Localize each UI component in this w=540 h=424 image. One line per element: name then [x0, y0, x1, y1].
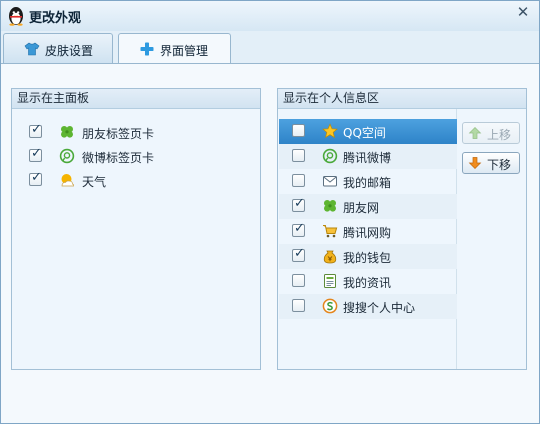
item-label: 天气 [82, 175, 107, 189]
title-bar[interactable]: 更改外观 ✕ [1, 1, 539, 31]
arrow-up-icon [468, 127, 482, 139]
move-down-button[interactable]: 下移 [462, 152, 520, 174]
info-panel-group: 显示在个人信息区 QQ空间 腾讯微博 我的邮箱 ✓ 朋友网 ✓ 腾讯网购 ✓ 我… [277, 88, 527, 370]
tab-interface-management-label: 界面管理 [160, 44, 209, 58]
checkbox[interactable] [292, 274, 305, 287]
checkmark-icon: ✓ [294, 196, 305, 211]
tab-interface-management[interactable]: 界面管理 [118, 33, 231, 64]
checkmark-icon: ✓ [31, 146, 42, 161]
tab-skin-settings[interactable]: 皮肤设置 [3, 33, 113, 63]
checkbox[interactable] [292, 174, 305, 187]
window-title: 更改外观 [29, 11, 82, 26]
info-item-news[interactable]: 我的资讯 [279, 269, 457, 294]
info-item-mailbox[interactable]: 我的邮箱 [279, 169, 457, 194]
weibo-icon [59, 148, 75, 164]
item-label: 微博标签页卡 [82, 151, 155, 165]
checkmark-icon: ✓ [294, 221, 305, 236]
info-item-soso[interactable]: 搜搜个人中心 [279, 294, 457, 319]
checkbox[interactable]: ✓ [292, 221, 305, 237]
info-item-qzone[interactable]: QQ空间 [279, 119, 457, 144]
weibo-icon [322, 148, 338, 164]
checkbox[interactable] [292, 124, 305, 137]
plus-icon [140, 42, 154, 56]
move-down-label: 下移 [487, 158, 512, 172]
item-label: 腾讯网购 [343, 226, 392, 240]
tab-content: 显示在主面板 ✓ 朋友标签页卡 ✓ 微博标签页卡 ✓ 天气 显示在个人信息区 Q… [1, 63, 539, 423]
appearance-dialog: 更改外观 ✕ 皮肤设置 界面管理 显示在主面板 ✓ 朋友标签页卡 ✓ 微博标签页… [0, 0, 540, 424]
main-panel-group: 显示在主面板 ✓ 朋友标签页卡 ✓ 微博标签页卡 ✓ 天气 [11, 88, 261, 370]
info-panel-header: 显示在个人信息区 [278, 89, 526, 109]
info-item-wallet[interactable]: ✓ 我的钱包 [279, 244, 457, 269]
item-label: QQ空间 [343, 126, 386, 140]
weather-icon [61, 174, 75, 187]
info-item-pengyou[interactable]: ✓ 朋友网 [279, 194, 457, 219]
item-label: 我的钱包 [343, 251, 392, 265]
mail-icon [323, 176, 337, 187]
main-item-weather[interactable]: ✓ 天气 [12, 168, 260, 192]
checkmark-icon: ✓ [31, 122, 42, 137]
item-label: 搜搜个人中心 [343, 301, 416, 315]
clover-icon [324, 200, 336, 212]
info-item-tencent-shopping[interactable]: ✓ 腾讯网购 [279, 219, 457, 244]
item-label: 朋友网 [343, 201, 380, 215]
checkmark-icon: ✓ [294, 246, 305, 261]
star-icon [322, 123, 338, 139]
move-up-label: 上移 [487, 128, 512, 142]
item-label: 我的资讯 [343, 276, 392, 290]
item-label: 我的邮箱 [343, 176, 392, 190]
close-button[interactable]: ✕ [513, 3, 533, 21]
move-up-button[interactable]: 上移 [462, 122, 520, 144]
checkbox[interactable] [292, 299, 305, 312]
tab-bar: 皮肤设置 界面管理 [1, 31, 539, 64]
checkbox[interactable]: ✓ [29, 170, 42, 186]
item-label: 腾讯微博 [343, 151, 392, 165]
main-item-weibo-tab[interactable]: ✓ 微博标签页卡 [12, 144, 260, 168]
qq-penguin-icon [9, 7, 23, 26]
main-panel-header: 显示在主面板 [12, 89, 260, 109]
soso-icon [322, 298, 338, 314]
info-item-list: QQ空间 腾讯微博 我的邮箱 ✓ 朋友网 ✓ 腾讯网购 ✓ 我的钱包 我的资讯 … [279, 119, 457, 319]
checkmark-icon: ✓ [31, 170, 42, 185]
main-item-friends-tab[interactable]: ✓ 朋友标签页卡 [12, 120, 260, 144]
wallet-icon [323, 250, 337, 264]
arrow-down-icon [468, 157, 482, 169]
tshirt-icon [24, 42, 40, 56]
cart-icon [323, 225, 338, 238]
checkbox[interactable]: ✓ [292, 196, 305, 212]
clover-icon [61, 126, 73, 138]
checkbox[interactable]: ✓ [29, 146, 42, 162]
info-item-tencent-weibo[interactable]: 腾讯微博 [279, 144, 457, 169]
checkbox[interactable]: ✓ [292, 246, 305, 262]
checkbox[interactable] [292, 149, 305, 162]
checkbox[interactable]: ✓ [29, 122, 42, 138]
news-icon [324, 274, 336, 288]
tab-skin-settings-label: 皮肤设置 [45, 44, 94, 58]
item-label: 朋友标签页卡 [82, 127, 155, 141]
